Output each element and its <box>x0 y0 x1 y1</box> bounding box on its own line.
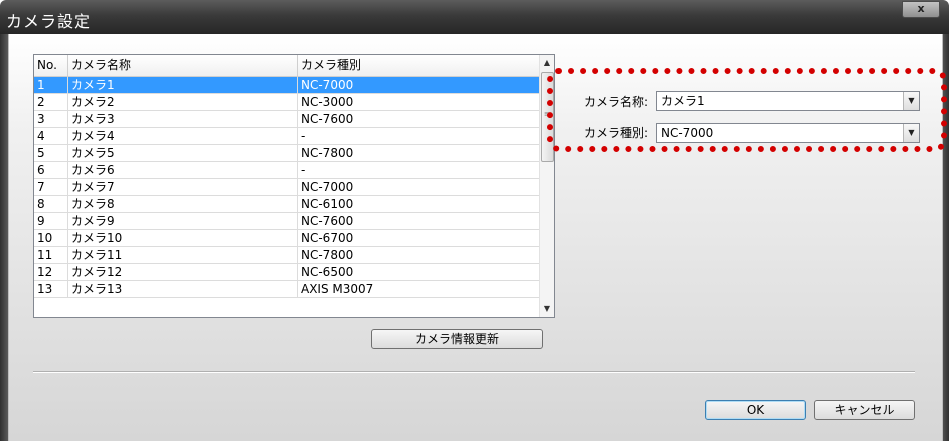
scroll-down-arrow-icon[interactable]: ▼ <box>540 301 554 317</box>
row-camera-type: NC-7000 <box>301 78 354 92</box>
row-number: 7 <box>34 179 68 195</box>
row-camera-type: NC-6500 <box>301 265 354 279</box>
table-row[interactable]: 12 カメラ12 NC-6500 <box>34 264 540 281</box>
chevron-down-icon[interactable]: ▼ <box>903 124 919 142</box>
ok-button[interactable]: OK <box>705 400 806 420</box>
chevron-down-icon[interactable]: ▼ <box>903 92 919 110</box>
camera-name-dropdown[interactable]: カメラ1 ▼ <box>656 91 920 111</box>
row-camera-name: カメラ6 <box>68 162 298 178</box>
table-row[interactable]: 8 カメラ8 NC-6100 <box>34 196 540 213</box>
column-header-camera-name[interactable]: カメラ名称 <box>68 55 298 76</box>
row-camera-name: カメラ1 <box>68 77 298 93</box>
table-row[interactable]: 1 カメラ1 NC-7000 <box>34 77 540 94</box>
row-camera-name: カメラ3 <box>68 111 298 127</box>
row-camera-name: カメラ2 <box>68 94 298 110</box>
cancel-button[interactable]: キャンセル <box>814 400 915 420</box>
row-camera-type: - <box>301 163 306 177</box>
separator-line <box>33 371 915 373</box>
row-number: 3 <box>34 111 68 127</box>
row-camera-name: カメラ12 <box>68 264 298 280</box>
table-row[interactable]: 5 カメラ5 NC-7800 <box>34 145 540 162</box>
row-camera-type: NC-7800 <box>301 146 354 160</box>
row-camera-type: AXIS M3007 <box>301 282 374 296</box>
row-camera-type: NC-7800 <box>301 248 354 262</box>
table-row[interactable]: 10 カメラ10 NC-6700 <box>34 230 540 247</box>
row-camera-name: カメラ10 <box>68 230 298 246</box>
camera-list[interactable]: No. カメラ名称 カメラ種別 1 カメラ1 NC-7000 2 カメラ2 NC-3000… <box>33 54 555 318</box>
table-row[interactable]: 9 カメラ9 NC-7600 <box>34 213 540 230</box>
column-header-no[interactable]: No. <box>34 55 68 76</box>
row-number: 9 <box>34 213 68 229</box>
row-camera-name: カメラ5 <box>68 145 298 161</box>
table-row[interactable]: 2 カメラ2 NC-3000 <box>34 94 540 111</box>
row-camera-name: カメラ9 <box>68 213 298 229</box>
scroll-up-arrow-icon[interactable]: ▲ <box>540 55 554 71</box>
camera-name-value: カメラ1 <box>661 94 705 108</box>
camera-type-value: NC-7000 <box>661 126 714 140</box>
list-header: No. カメラ名称 カメラ種別 <box>34 55 540 77</box>
row-number: 4 <box>34 128 68 144</box>
table-row[interactable]: 7 カメラ7 NC-7000 <box>34 179 540 196</box>
row-camera-type: NC-7600 <box>301 214 354 228</box>
table-row[interactable]: 4 カメラ4- <box>34 128 540 145</box>
row-number: 5 <box>34 145 68 161</box>
row-camera-name: カメラ7 <box>68 179 298 195</box>
update-camera-info-button[interactable]: カメラ情報更新 <box>371 329 543 349</box>
camera-name-label: カメラ名称: <box>584 95 649 109</box>
table-row[interactable]: 3 カメラ3 NC-7600 <box>34 111 540 128</box>
row-camera-type: NC-3000 <box>301 95 354 109</box>
dialog-body: No. カメラ名称 カメラ種別 1 カメラ1 NC-7000 2 カメラ2 NC-3000… <box>8 34 947 441</box>
camera-type-dropdown[interactable]: NC-7000 ▼ <box>656 123 920 143</box>
close-button[interactable]: x <box>902 1 940 18</box>
window-frame-left <box>0 34 8 441</box>
row-number: 10 <box>34 230 68 246</box>
row-camera-name: カメラ8 <box>68 196 298 212</box>
camera-settings-dialog: カメラ設定 x No. カメラ名称 カメラ種別 1 カメラ1 NC-7000 2 カメラ… <box>0 0 949 441</box>
row-camera-type: NC-6700 <box>301 231 354 245</box>
row-number: 11 <box>34 247 68 263</box>
title-bar[interactable]: カメラ設定 x <box>0 0 949 34</box>
row-number: 13 <box>34 281 68 297</box>
close-icon: x <box>917 2 925 15</box>
camera-type-label: カメラ種別: <box>584 126 649 140</box>
row-number: 1 <box>34 77 68 93</box>
window-title: カメラ設定 <box>6 12 92 31</box>
row-camera-name: カメラ11 <box>68 247 298 263</box>
table-row[interactable]: 6 カメラ6- <box>34 162 540 179</box>
table-row[interactable]: 11 カメラ11 NC-7800 <box>34 247 540 264</box>
row-camera-type: NC-7000 <box>301 180 354 194</box>
row-camera-type: - <box>301 129 306 143</box>
row-number: 6 <box>34 162 68 178</box>
row-camera-name: カメラ4 <box>68 128 298 144</box>
row-number: 2 <box>34 94 68 110</box>
row-camera-name: カメラ13 <box>68 281 298 297</box>
table-row[interactable]: 13 カメラ13 AXIS M3007 <box>34 281 540 298</box>
column-header-camera-type[interactable]: カメラ種別 <box>298 55 540 76</box>
row-number: 8 <box>34 196 68 212</box>
row-camera-type: NC-6100 <box>301 197 354 211</box>
row-number: 12 <box>34 264 68 280</box>
row-camera-type: NC-7600 <box>301 112 354 126</box>
